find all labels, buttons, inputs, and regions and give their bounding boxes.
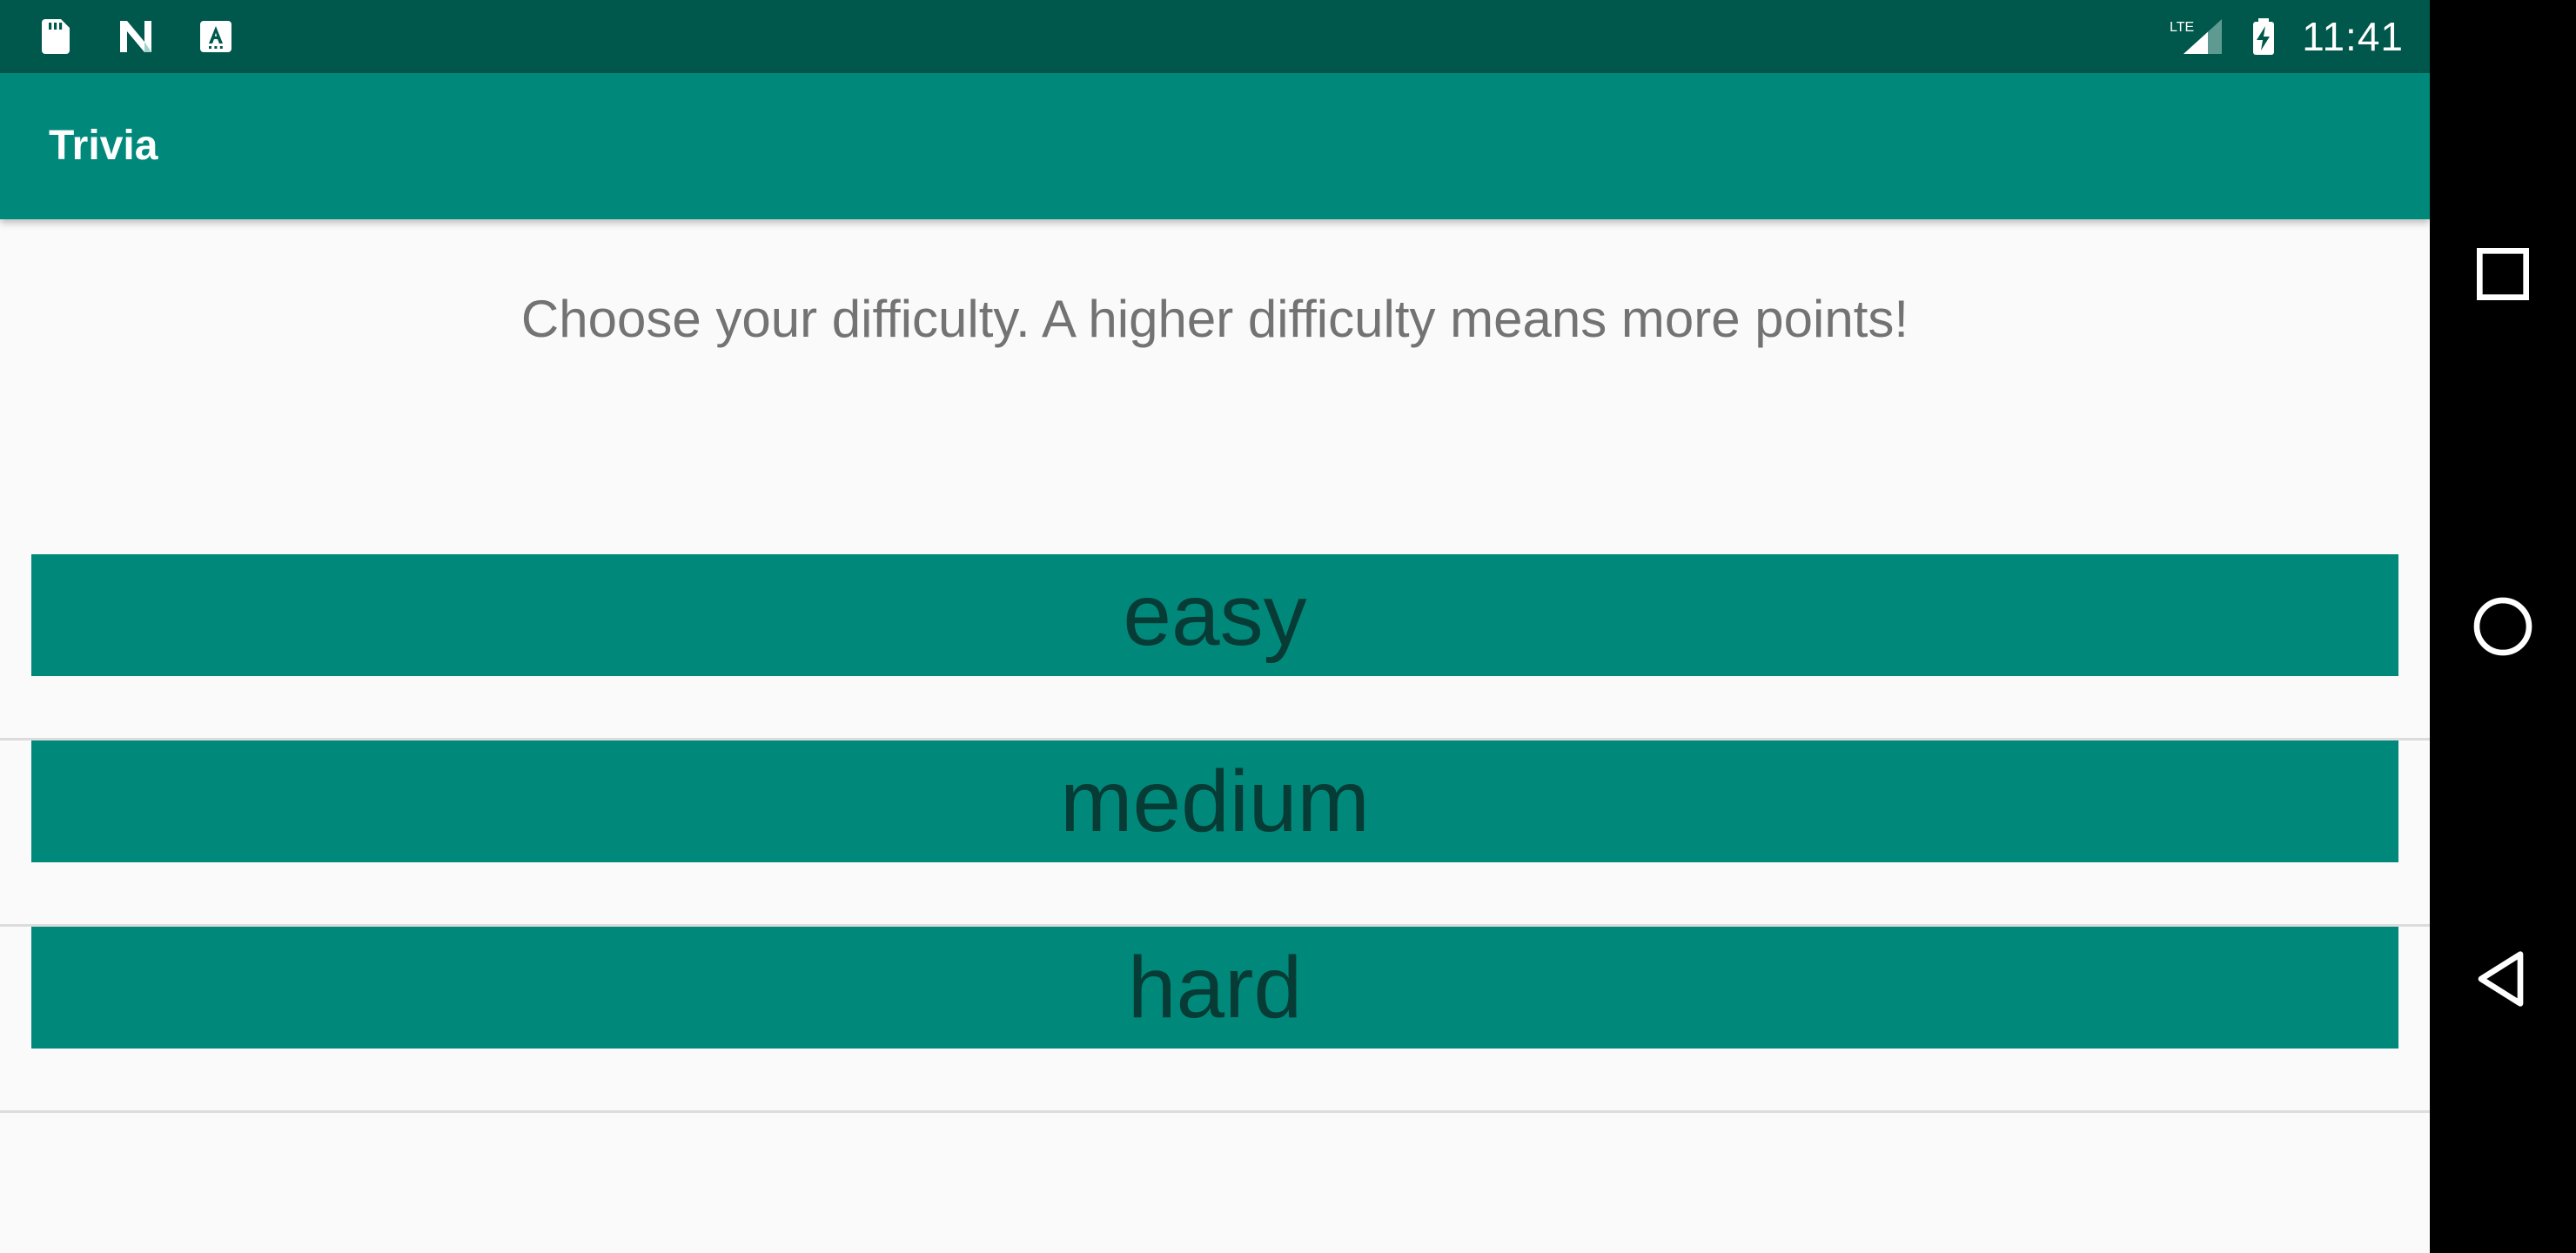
hard-button-label: hard [1127, 939, 1303, 1036]
lte-signal-icon: LTE [2170, 19, 2223, 54]
home-icon[interactable] [2468, 592, 2538, 661]
sd-card-icon [42, 19, 70, 54]
easy-button[interactable]: easy [31, 554, 2398, 676]
medium-button[interactable]: medium [31, 740, 2398, 862]
difficulty-row-easy: easy [0, 554, 2430, 740]
hard-button[interactable]: hard [31, 927, 2398, 1049]
app-bar: Trivia [0, 73, 2430, 219]
network-label: LTE [2170, 20, 2194, 35]
status-bar-left [35, 0, 237, 73]
status-bar-right: LTE 11:41 [2170, 0, 2404, 73]
battery-charging-icon [2253, 18, 2275, 55]
medium-button-label: medium [1060, 753, 1370, 850]
difficulty-row-medium: medium [0, 740, 2430, 927]
screen: LTE 11:41 Trivia Choose your difficulty.… [0, 0, 2576, 1253]
difficulty-row-hard: hard [0, 927, 2430, 1113]
a-notification-icon [200, 21, 231, 52]
app-title: Trivia [49, 123, 158, 169]
n-logo-icon [120, 21, 151, 52]
difficulty-prompt: Choose your difficulty. A higher difficu… [520, 290, 1909, 348]
back-icon[interactable] [2468, 944, 2538, 1014]
content-area: Choose your difficulty. A higher difficu… [0, 219, 2430, 1253]
navigation-bar [2430, 0, 2576, 1253]
status-bar-clock: 11:41 [2302, 14, 2404, 59]
status-bar: LTE 11:41 [0, 0, 2430, 73]
easy-button-label: easy [1123, 566, 1307, 664]
recents-icon[interactable] [2468, 239, 2538, 309]
